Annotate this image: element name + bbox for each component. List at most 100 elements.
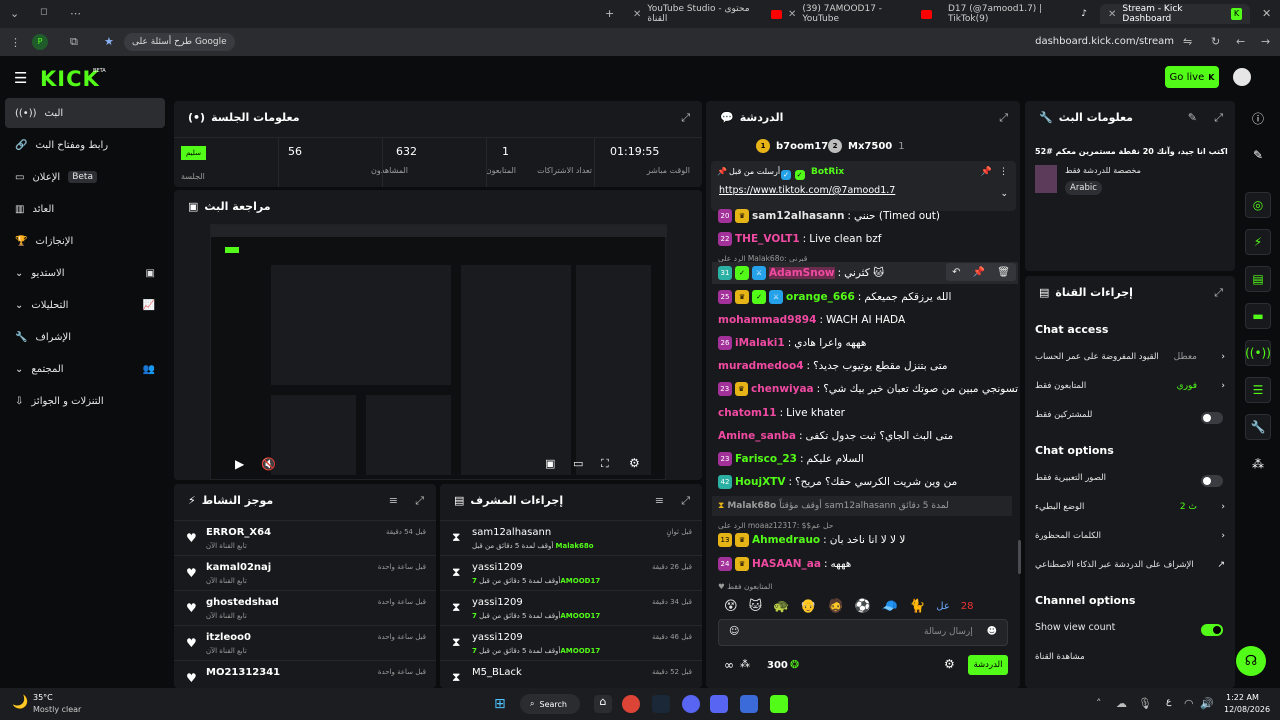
wifi-icon[interactable]: ◠ <box>1184 697 1194 710</box>
chevron-down-icon[interactable]: ⌄ <box>1000 189 1008 199</box>
popout-icon[interactable]: ⤢ <box>999 111 1008 125</box>
chat-message[interactable]: 20 ♛ sam12alhasann: حنني (Timed out) <box>718 206 1018 226</box>
forward-icon[interactable]: → <box>1261 35 1270 48</box>
profile-avatar[interactable]: P <box>32 34 48 50</box>
category-name[interactable]: مخصصة للدردشة فقط <box>1065 166 1141 175</box>
go-live-button[interactable]: Go live K <box>1165 66 1219 88</box>
chat-message[interactable]: 13 ♛ Ahmedrauo: لا لا لا انا ناخد بان <box>718 530 1018 550</box>
pinned-message[interactable]: 📌 أرسلت من قبل ✓ ✓ BotRix https://www.ti… <box>711 161 1016 211</box>
popout-icon[interactable]: ⤢ <box>415 494 424 508</box>
chat-message[interactable]: 24 ♛ HASAAN_aa: هههه <box>718 554 1018 574</box>
kick-logo[interactable]: KICK <box>40 67 100 91</box>
chat-message[interactable]: 23 ♛ chenwiyaa: تسونجي مبين من صوتك تعبا… <box>718 379 1018 399</box>
new-tab-icon[interactable]: + <box>605 7 614 20</box>
nav-item-stream-key[interactable]: 🔗 رابط ومفتاح البث <box>5 130 165 160</box>
tab-youtube[interactable]: ✕ (39) 7AMOOD17 - YouTube <box>780 4 940 24</box>
ask-google-chip[interactable]: طرح أسئلة على Google <box>124 33 235 51</box>
camera-icon[interactable]: ◎ <box>1245 192 1271 218</box>
followers-only-setting[interactable]: المتابعون فقط فوري › <box>1035 381 1225 409</box>
emote-icon[interactable]: 🐈 <box>909 599 925 614</box>
emote-icon[interactable]: 😵 <box>724 599 738 614</box>
close-icon[interactable]: ✕ <box>633 9 641 20</box>
send-chat-button[interactable]: الدردشة <box>968 655 1008 675</box>
tab-tiktok[interactable]: D17 (@7amood1.7) | TikTok(9) ♪ <box>940 4 1095 24</box>
close-icon[interactable]: ✕ <box>1108 9 1116 20</box>
chat-message[interactable]: 22 THE_VOLT1: Live clean bzf <box>718 229 1018 249</box>
more-icon[interactable]: ⋮ <box>999 167 1008 177</box>
tab-overview-icon[interactable]: ◻ <box>40 7 47 17</box>
emote-icon[interactable]: 🧔 <box>828 599 844 614</box>
emote-icon[interactable]: 28 <box>961 601 974 612</box>
reply-icon[interactable]: ↶ <box>952 267 960 278</box>
volume-icon[interactable]: 🔊 <box>1200 697 1214 710</box>
wrench-icon[interactable]: 🔧 <box>1245 414 1271 440</box>
close-icon[interactable]: ✕ <box>788 9 796 20</box>
kick-app-icon[interactable] <box>770 695 788 713</box>
nav-item-ads[interactable]: ▭ الإعلان Beta <box>5 162 165 192</box>
nav-item-achievements[interactable]: 🏆 الإنجازات <box>5 226 165 256</box>
subscribers-only-toggle[interactable] <box>1201 412 1223 424</box>
back-icon[interactable]: ← <box>1236 35 1245 48</box>
app-icon[interactable] <box>710 695 728 713</box>
mute-icon[interactable]: 🔇 <box>261 457 276 471</box>
nav-item-moderation[interactable]: 🔧 الإشراف <box>5 322 165 352</box>
site-settings-icon[interactable]: ⇋ <box>1183 35 1192 48</box>
popout-icon[interactable]: ⤢ <box>1214 286 1223 300</box>
popout-icon[interactable]: ⤢ <box>1214 111 1223 125</box>
emote-icon[interactable]: ⚽ <box>855 599 871 614</box>
nav-item-revenue[interactable]: ▥ العائد <box>5 194 165 224</box>
top-gifter[interactable]: 2 Mx7500 1 <box>828 139 905 153</box>
chevron-up-icon[interactable]: ˄ <box>1096 697 1102 710</box>
chat-input[interactable]: ☺ إرسال رسالة ☻ <box>718 619 1008 646</box>
discord-icon[interactable] <box>682 695 700 713</box>
broadcast-icon[interactable]: ((•)) <box>1245 340 1271 366</box>
nav-item-studio[interactable]: ⌄ الاستديو ▣ <box>5 258 165 288</box>
chat-message[interactable]: mohammad9894: WACH AI HADA <box>718 310 1018 330</box>
chat-message[interactable]: 26 iMalaki1: هههه واعرا هادي <box>718 333 1018 353</box>
steam-icon[interactable] <box>652 695 670 713</box>
emotes-only-toggle[interactable] <box>1201 475 1223 487</box>
emoji-icon[interactable]: ☺ <box>729 626 739 637</box>
slow-mode-setting[interactable]: الوضع البطيء 2 ث › <box>1035 502 1225 530</box>
app-icon[interactable] <box>740 695 758 713</box>
popout-icon[interactable]: ⤢ <box>681 111 690 125</box>
tab-kick-dashboard[interactable]: ✕ Stream - Kick Dashboard K <box>1100 4 1250 24</box>
chat-message[interactable]: Amine_sanba: متى البث الجاي؟ ثبت جدول تك… <box>718 426 1018 446</box>
more-icon[interactable]: ⋯ <box>70 7 81 20</box>
emote-icon[interactable]: 👴 <box>800 599 816 614</box>
tab-youtube-studio[interactable]: ✕ YouTube Studio - محتوى القناة <box>625 4 790 24</box>
emote-icon[interactable]: عل <box>936 601 950 612</box>
chat-message[interactable]: 23 Farisco_23: السلام عليكم <box>718 449 1018 469</box>
view-channel-link[interactable]: مشاهدة القناة <box>1035 652 1225 680</box>
emotes-only-setting[interactable]: الصور التعبيرية فقط <box>1035 473 1225 501</box>
popout-icon[interactable]: ⤢ <box>681 494 690 508</box>
tab-search-icon[interactable]: ⌄ <box>10 7 19 20</box>
chat-message[interactable]: 25 ♛ ✓ ⚔ orange_666: الله يرزقكم جميعكم <box>718 287 1018 307</box>
network-icon[interactable]: ☁ <box>1116 697 1127 710</box>
nav-item-community[interactable]: ⌄ المجتمع 👥 <box>5 354 165 384</box>
pip-icon[interactable]: ▣ <box>545 457 555 470</box>
mic-icon[interactable]: 🎙 <box>1138 697 1152 710</box>
filter-icon[interactable]: ≡ <box>655 494 664 507</box>
chat-message[interactable]: 42 HoujXTV: من وين شريت الكرسي حقك؟ مريح… <box>718 472 1018 492</box>
stream-preview-video[interactable]: ▶ 🔇 ▣ ▭ ⛶ ⚙ <box>210 224 667 480</box>
nav-item-drops[interactable]: ⇩ التنزلات و الجوائز <box>5 386 165 416</box>
chat-bubble-icon[interactable]: ▬ <box>1245 303 1271 329</box>
bookmark-star-icon[interactable]: ★ <box>104 35 114 48</box>
unpin-icon[interactable]: 📌 <box>981 167 992 177</box>
theater-icon[interactable]: ▭ <box>573 457 583 470</box>
emote-icon[interactable]: 🐢 <box>773 599 789 614</box>
edit-pencil-icon[interactable]: ✎ <box>1245 142 1271 168</box>
user-avatar[interactable] <box>1233 68 1251 86</box>
bolt-icon[interactable]: ⚡ <box>1245 229 1271 255</box>
menu-dots-icon[interactable]: ⋮ <box>10 36 21 49</box>
close-window-icon[interactable]: ✕ <box>1262 7 1271 20</box>
edit-pencil-icon[interactable]: ✎ <box>1188 111 1197 124</box>
emote-icon[interactable]: 🧢 <box>882 599 898 614</box>
show-view-count-setting[interactable]: Show view count <box>1035 622 1225 650</box>
chat-message[interactable]: muradmedoo4: متى بتنزل مقطع يوتيوب جديد؟ <box>718 356 1018 376</box>
delete-icon[interactable]: 🗑 <box>997 267 1010 278</box>
nav-item-stream[interactable]: ((•)) البث <box>5 98 165 128</box>
url-text[interactable]: dashboard.kick.com/stream <box>1035 36 1174 47</box>
account-age-setting[interactable]: القيود المفروضة على عمر الحساب معطل › <box>1035 352 1225 380</box>
